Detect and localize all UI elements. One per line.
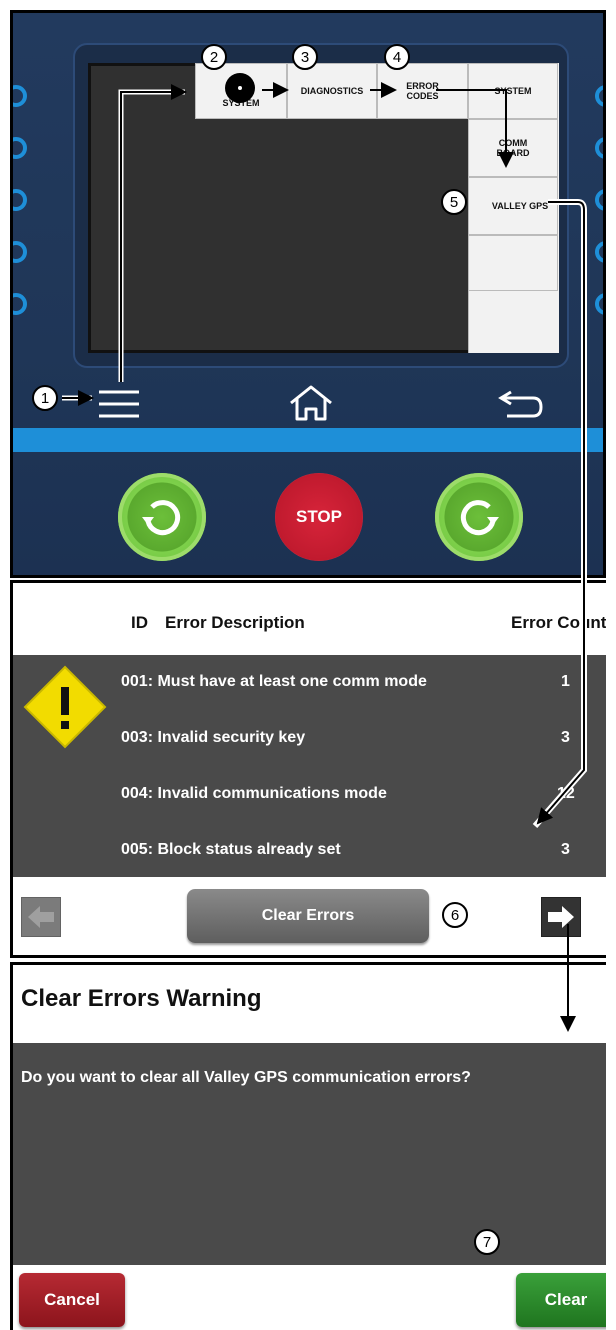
warning-icon — [23, 665, 107, 749]
error-codes-panel: ID Error Description Error Count 001: Mu… — [10, 580, 606, 958]
rotate-reverse-button[interactable] — [118, 473, 206, 561]
clear-errors-button[interactable]: Clear Errors — [187, 889, 429, 943]
next-page-button[interactable] — [541, 897, 581, 937]
comm-board-line1: COMM — [498, 138, 528, 148]
home-icon[interactable] — [289, 385, 333, 421]
system-icon-dot — [238, 86, 242, 90]
ring-decor — [595, 293, 603, 315]
valley-gps-label: VALLEY GPS — [491, 201, 549, 211]
error-row-text: 003: Invalid security key — [121, 729, 306, 746]
ring-decor — [13, 85, 27, 107]
header-count: Error Count — [511, 613, 606, 632]
accent-bar — [13, 428, 603, 452]
callout-2: 2 — [201, 44, 227, 70]
warning-footer: Cancel Clear — [13, 1265, 606, 1330]
device-panel: SYSTEM DIAGNOSTICS ERROR CODES SYSTEM CO… — [10, 10, 606, 578]
callout-6: 6 — [442, 902, 468, 928]
menu-error-codes-line2: CODES — [406, 91, 439, 101]
error-row-count: 3 — [561, 841, 570, 858]
error-row-count: 1 — [561, 673, 570, 690]
stop-button[interactable]: STOP — [275, 473, 363, 561]
clear-errors-warning-panel: Clear Errors Warning Do you want to clea… — [10, 962, 606, 1330]
ring-decor — [595, 241, 603, 263]
table-row[interactable]: 004: Invalid communications mode 12 — [121, 785, 606, 803]
clear-errors-label: Clear Errors — [261, 907, 355, 924]
callout-5-number: 5 — [449, 193, 459, 211]
stop-label: STOP — [296, 507, 342, 526]
prev-page-button[interactable] — [21, 897, 61, 937]
side-item-valley-gps[interactable]: VALLEY GPS — [468, 177, 558, 235]
header-description: Error Description — [165, 613, 305, 632]
arrow-left-icon — [28, 906, 54, 928]
ring-decor — [13, 241, 27, 263]
ring-decor — [13, 189, 27, 211]
callout-1-number: 1 — [40, 389, 50, 407]
warning-message: Do you want to clear all Valley GPS comm… — [21, 1069, 471, 1086]
callout-7-number: 7 — [482, 1233, 492, 1251]
callout-2-number: 2 — [209, 48, 219, 66]
error-row-text: 005: Block status already set — [121, 841, 341, 858]
menu-icon[interactable] — [99, 389, 139, 419]
error-table-header: ID Error Description Error Count — [13, 583, 606, 655]
warning-title: Clear Errors Warning — [21, 985, 262, 1012]
side-item-comm-board[interactable]: COMM BOARD — [468, 119, 558, 177]
callout-7: 7 — [474, 1229, 500, 1255]
arrow-right-icon — [548, 906, 574, 928]
rotate-forward-button[interactable] — [435, 473, 523, 561]
ring-decor — [595, 189, 603, 211]
warning-body: Do you want to clear all Valley GPS comm… — [13, 1043, 606, 1265]
clear-button[interactable]: Clear — [516, 1273, 606, 1327]
table-row[interactable]: 003: Invalid security key 3 — [121, 729, 606, 747]
ring-decor — [595, 85, 603, 107]
callout-5: 5 — [441, 189, 467, 215]
table-row[interactable]: 001: Must have at least one comm mode 1 — [121, 673, 606, 691]
rotate-cw-icon — [460, 500, 499, 536]
error-table-body: 001: Must have at least one comm mode 1 … — [13, 655, 606, 877]
callout-4: 4 — [384, 44, 410, 70]
callout-3: 3 — [292, 44, 318, 70]
error-row-count: 3 — [561, 729, 570, 746]
menu-error-codes[interactable]: ERROR CODES — [377, 63, 468, 119]
side-item-empty — [468, 235, 558, 291]
ring-decor — [13, 137, 27, 159]
ring-decor — [595, 137, 603, 159]
ring-decor — [13, 293, 27, 315]
menu-diagnostics[interactable]: DIAGNOSTICS — [287, 63, 377, 119]
side-item-system[interactable]: SYSTEM — [468, 63, 558, 119]
callout-4-number: 4 — [392, 48, 402, 66]
comm-board-line2: BOARD — [496, 148, 530, 158]
callout-6-number: 6 — [450, 906, 460, 924]
error-table-footer: Clear Errors 6 — [13, 877, 606, 955]
callout-1: 1 — [32, 385, 58, 411]
back-icon[interactable] — [497, 389, 543, 419]
menu-diagnostics-label: DIAGNOSTICS — [300, 86, 364, 96]
menu-error-codes-line1: ERROR — [406, 81, 439, 91]
callout-3-number: 3 — [300, 48, 310, 66]
table-row[interactable]: 005: Block status already set 3 — [121, 841, 606, 859]
cancel-button[interactable]: Cancel — [19, 1273, 125, 1327]
error-row-text: 001: Must have at least one comm mode — [121, 673, 427, 690]
cancel-label: Cancel — [44, 1290, 100, 1309]
side-item-system-label: SYSTEM — [494, 86, 532, 96]
header-id: ID — [131, 613, 148, 632]
error-row-text: 004: Invalid communications mode — [121, 785, 387, 802]
error-row-count: 12 — [557, 785, 575, 802]
clear-label: Clear — [544, 1290, 588, 1309]
rotate-ccw-icon — [142, 500, 181, 536]
